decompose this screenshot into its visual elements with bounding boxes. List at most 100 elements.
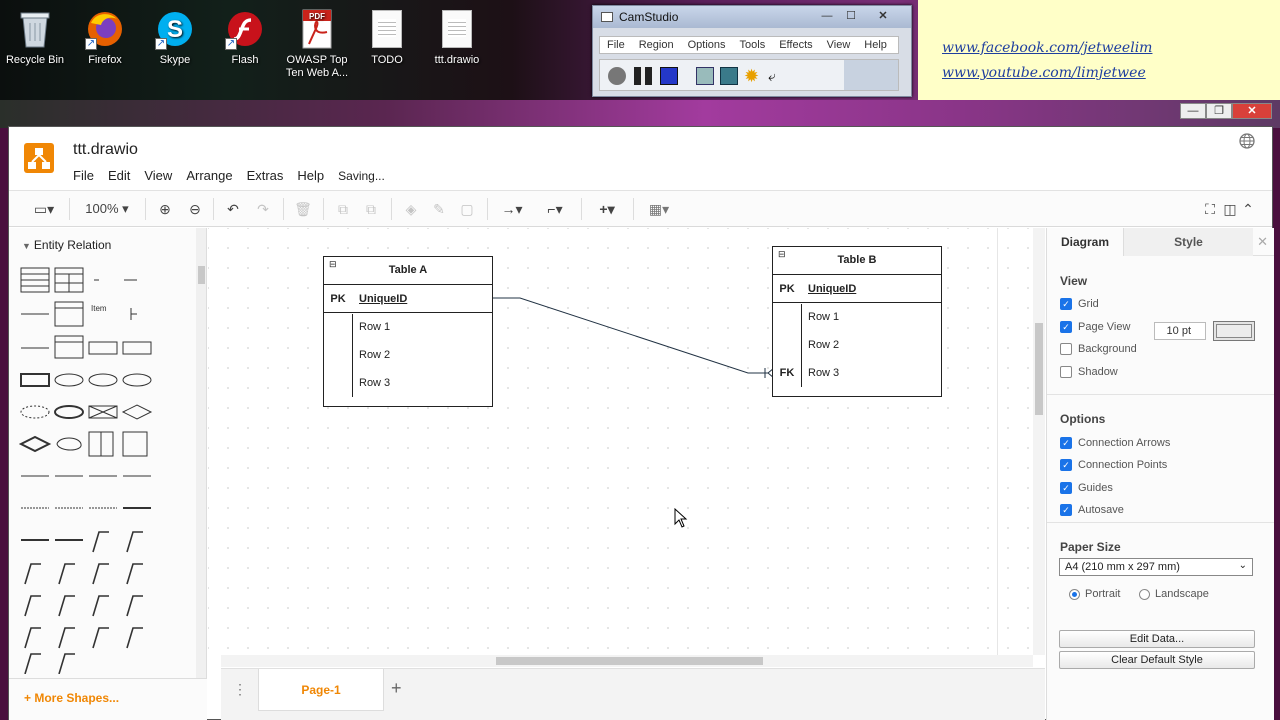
settings-gear-icon[interactable]: ✹	[744, 67, 762, 85]
connection-arrows-option[interactable]: ✓ Connection Arrows	[1060, 435, 1170, 451]
zoom-out-icon[interactable]: ⊖	[185, 199, 205, 219]
youtube-link[interactable]: www.youtube.com/limjetwee	[942, 61, 1280, 86]
horizontal-scroll-thumb[interactable]	[496, 657, 763, 665]
close-icon[interactable]: ✕	[871, 9, 895, 25]
sidebar-scroll-thumb[interactable]	[198, 266, 205, 284]
landscape-radio[interactable]	[1139, 588, 1150, 600]
landscape-option[interactable]: Landscape	[1139, 586, 1209, 602]
table-a-row[interactable]: Row 3	[324, 369, 492, 397]
undo-icon[interactable]: ↶	[223, 199, 243, 219]
redo-icon[interactable]: ↷	[253, 199, 273, 219]
background-checkbox[interactable]	[1060, 343, 1072, 355]
desktop-icon-skype[interactable]: S ↗ Skype	[140, 8, 210, 67]
fullscreen-icon[interactable]: ⛶	[1201, 199, 1219, 219]
portrait-option[interactable]: Portrait	[1069, 586, 1120, 602]
camstudio-menu-file[interactable]: File	[600, 37, 632, 53]
insert-plus-icon[interactable]: +▾	[591, 199, 623, 219]
maximize-icon[interactable]: ☐	[839, 9, 863, 25]
vertical-scroll-thumb[interactable]	[1035, 323, 1043, 415]
format-panel-toggle-icon[interactable]: ▭▾	[29, 199, 59, 219]
fill-color-icon[interactable]: ◈	[401, 199, 421, 219]
guides-checkbox[interactable]: ✓	[1060, 482, 1072, 494]
background-option[interactable]: Background	[1060, 341, 1137, 357]
desktop-icon-firefox[interactable]: ↗ Firefox	[70, 8, 140, 67]
window-maximize-icon[interactable]: ❐	[1206, 103, 1232, 119]
sidebar-section-header[interactable]: ▼ Entity Relation	[9, 228, 206, 258]
grid-size-input[interactable]: 10 pt	[1154, 322, 1206, 340]
pause-icon[interactable]	[634, 67, 652, 85]
line-color-icon[interactable]: ✎	[429, 199, 449, 219]
menu-help[interactable]: Help	[297, 168, 324, 183]
more-shapes-button[interactable]: + More Shapes...	[9, 678, 207, 720]
table-b-pk-row[interactable]: PK UniqueID	[773, 275, 941, 303]
table-b-row[interactable]: Row 1	[773, 303, 941, 331]
guides-option[interactable]: ✓ Guides	[1060, 480, 1113, 496]
window-minimize-icon[interactable]: —	[1180, 103, 1206, 119]
page-view-option[interactable]: ✓ Page View	[1060, 319, 1130, 335]
annotation-icon[interactable]	[720, 67, 738, 85]
to-back-icon[interactable]: ⧉	[361, 199, 381, 219]
table-a-row[interactable]: Row 1	[324, 313, 492, 341]
record-icon[interactable]	[608, 67, 626, 85]
camstudio-menu-options[interactable]: Options	[681, 37, 733, 53]
menu-extras[interactable]: Extras	[247, 168, 284, 183]
table-icon[interactable]: ▦▾	[643, 199, 675, 219]
connection-arrows-checkbox[interactable]: ✓	[1060, 437, 1072, 449]
desktop-icon-flash[interactable]: ↗ Flash	[210, 8, 280, 67]
shadow-icon[interactable]: ▢	[457, 199, 477, 219]
stop-icon[interactable]	[660, 67, 678, 85]
grid-color-button[interactable]	[1213, 321, 1255, 341]
globe-language-icon[interactable]	[1238, 133, 1256, 151]
tab-page-1[interactable]: Page-1	[258, 669, 384, 711]
er-shape-palette[interactable]	[19, 264, 189, 674]
tab-style[interactable]: Style	[1123, 228, 1253, 256]
pages-menu-icon[interactable]: ⋮	[233, 681, 247, 698]
table-a-entity[interactable]: ⊟ Table A PK UniqueID Row 1 Row 2 Row 3	[323, 256, 493, 407]
connection-points-option[interactable]: ✓ Connection Points	[1060, 457, 1167, 473]
paper-size-select[interactable]: A4 (210 mm x 297 mm) ⌄	[1059, 558, 1253, 576]
shadow-option[interactable]: Shadow	[1060, 364, 1118, 380]
camstudio-menu-help[interactable]: Help	[857, 37, 894, 53]
desktop-icon-todo[interactable]: TODO	[352, 8, 422, 67]
canvas-horizontal-scrollbar[interactable]	[221, 655, 1033, 667]
add-page-icon[interactable]: +	[391, 678, 402, 699]
table-b-row[interactable]: Row 2	[773, 331, 941, 359]
waypoints-icon[interactable]: ⌐▾	[539, 199, 571, 219]
diagram-canvas[interactable]: ⊟ Table A PK UniqueID Row 1 Row 2 Row 3 …	[208, 228, 1033, 655]
camstudio-menu-view[interactable]: View	[820, 37, 858, 53]
camstudio-titlebar[interactable]: CamStudio — ☐ ✕	[593, 6, 911, 28]
clear-default-style-button[interactable]: Clear Default Style	[1059, 651, 1255, 669]
portrait-radio[interactable]	[1069, 588, 1080, 600]
zoom-in-icon[interactable]: ⊕	[155, 199, 175, 219]
canvas-vertical-scrollbar[interactable]	[1033, 228, 1045, 655]
zoom-dropdown[interactable]: 100% ▾	[79, 199, 135, 219]
menu-file[interactable]: File	[73, 168, 94, 183]
table-a-pk-row[interactable]: PK UniqueID	[324, 285, 492, 313]
collapse-minus-icon[interactable]: ⊟	[778, 250, 786, 259]
collapse-icon[interactable]: ⌃	[1239, 199, 1257, 219]
minimize-icon[interactable]: —	[815, 9, 839, 25]
menu-edit[interactable]: Edit	[108, 168, 130, 183]
table-b-fk-row[interactable]: FK Row 3	[773, 359, 941, 387]
edit-data-button[interactable]: Edit Data...	[1059, 630, 1255, 648]
menu-arrange[interactable]: Arrange	[186, 168, 232, 183]
autosave-checkbox[interactable]: ✓	[1060, 504, 1072, 516]
camstudio-menu-effects[interactable]: Effects	[772, 37, 819, 53]
camstudio-menu-tools[interactable]: Tools	[733, 37, 773, 53]
desktop-icon-owasp-pdf[interactable]: PDF OWASP Top Ten Web A...	[282, 8, 352, 80]
document-title[interactable]: ttt.drawio	[73, 141, 138, 159]
table-a-row[interactable]: Row 2	[324, 341, 492, 369]
facebook-link[interactable]: www.facebook.com/jetweelim	[942, 36, 1280, 61]
sidebar-scrollbar[interactable]	[196, 228, 206, 678]
tab-diagram[interactable]: Diagram	[1047, 228, 1123, 256]
collapse-minus-icon[interactable]: ⊟	[329, 260, 337, 269]
page-view-checkbox[interactable]: ✓	[1060, 321, 1072, 333]
format-panel-icon[interactable]: ◫	[1221, 199, 1239, 219]
window-titlebar[interactable]: — ❐ ✕	[0, 100, 1280, 128]
connection-style-icon[interactable]: →▾	[497, 199, 527, 219]
grid-option[interactable]: ✓ Grid	[1060, 296, 1099, 312]
desktop-icon-recycle-bin[interactable]: Recycle Bin	[0, 8, 70, 67]
menu-view[interactable]: View	[144, 168, 172, 183]
shadow-checkbox[interactable]	[1060, 366, 1072, 378]
autosave-option[interactable]: ✓ Autosave	[1060, 502, 1124, 518]
